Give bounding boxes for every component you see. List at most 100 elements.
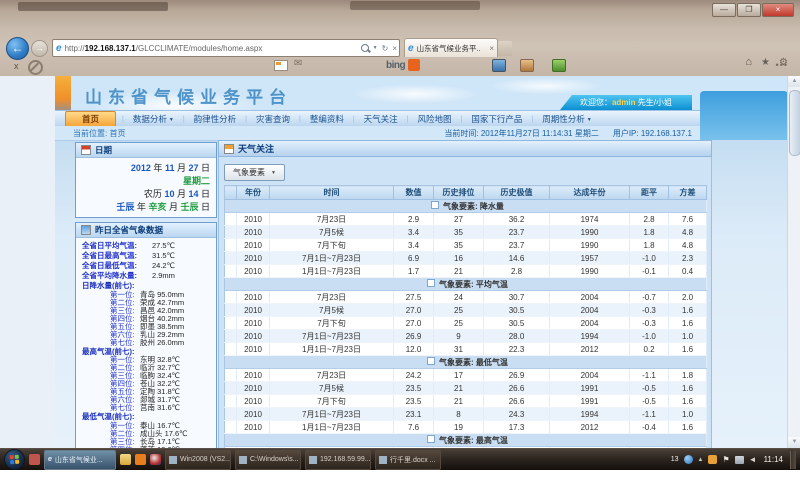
tray-app-icon-orange[interactable]	[708, 455, 717, 464]
table-row[interactable]: 20107月5候23.52126.61991-0.51.6	[225, 382, 707, 395]
toolbar-close-icon[interactable]: x	[14, 61, 19, 71]
camera-icon[interactable]	[492, 59, 506, 72]
people-icon[interactable]	[520, 59, 534, 72]
back-button[interactable]: ←	[6, 37, 29, 60]
start-button[interactable]	[4, 449, 25, 470]
table-row[interactable]: 20107月1日~7月23日23.1824.31994-1.11.0	[225, 408, 707, 421]
network-icon[interactable]	[735, 456, 744, 464]
table-row[interactable]: 20107月23日24.21726.92004-1.11.8	[225, 369, 707, 382]
expand-box-icon[interactable]	[427, 279, 435, 287]
expand-box-icon[interactable]	[427, 357, 435, 365]
action-center-flag-icon[interactable]: ⚑	[722, 455, 729, 464]
table-cell: 1990	[550, 265, 630, 278]
table-row[interactable]: 20107月5候3.43523.719901.84.8	[225, 226, 707, 239]
taskbar-window-button-2[interactable]: C:\Windows\s...	[235, 450, 301, 470]
table-row[interactable]: 20101月1日~7月23日1.7212.81990-0.10.4	[225, 265, 707, 278]
refresh-icon[interactable]: ↻	[382, 44, 389, 53]
vertical-scrollbar[interactable]: ▲ ▼	[787, 76, 800, 448]
column-header[interactable]: 历史极值	[484, 186, 550, 200]
table-cell: 2012	[550, 343, 630, 356]
scroll-up-icon[interactable]: ▲	[788, 76, 800, 87]
table-row[interactable]: 20107月5候27.02530.52004-0.31.6	[225, 304, 707, 317]
browser-tab[interactable]: e 山东省气候业务平... ×	[404, 38, 498, 57]
home-icon[interactable]: ⌂	[745, 56, 752, 68]
calendar-text: 14	[188, 189, 198, 199]
element-dropdown-button[interactable]: 气象要素 ▼	[224, 164, 285, 181]
column-header[interactable]: 时间	[270, 186, 394, 200]
table-cell: 1.6	[669, 382, 707, 395]
table-row[interactable]: 20107月下旬23.52126.61991-0.51.6	[225, 395, 707, 408]
nav-item-8[interactable]: 国家下行产品	[462, 113, 531, 125]
puzzle-addon-icon[interactable]	[552, 59, 566, 72]
column-header[interactable]: 数值	[394, 186, 434, 200]
table-row[interactable]: 20107月23日27.52430.72004-0.72.0	[225, 291, 707, 304]
blocked-icon[interactable]	[28, 60, 43, 75]
table-cell: 2010	[237, 343, 270, 356]
nav-item-4[interactable]: 灾害查询	[247, 113, 299, 125]
table-row[interactable]: 20107月下旬27.02530.52004-0.31.6	[225, 317, 707, 330]
nav-item-1[interactable]: 首页	[65, 111, 116, 127]
nav-item-2[interactable]: 数据分析▼	[124, 113, 183, 125]
table-row[interactable]: 20107月23日2.92736.219742.87.6	[225, 213, 707, 226]
show-hidden-icons-arrow[interactable]: ▲	[698, 457, 704, 463]
explorer-folder-icon[interactable]	[120, 454, 131, 465]
table-row[interactable]: 20107月1日~7月23日26.9928.01994-1.01.0	[225, 330, 707, 343]
scroll-down-icon[interactable]: ▼	[788, 437, 800, 448]
address-bar[interactable]: e http://192.168.137.1/GLCCLIMATE/module…	[52, 39, 400, 57]
volume-icon[interactable]: ◄	[749, 455, 757, 464]
table-row[interactable]: 20107月下旬3.43523.719901.84.8	[225, 239, 707, 252]
close-button[interactable]: ×	[762, 3, 794, 17]
table-group-row[interactable]: 气象要素: 最低气温	[225, 356, 707, 369]
taskbar-window-button-3[interactable]: 192.168.59.99...	[305, 450, 371, 470]
taskbar-ie-button[interactable]: e 山东省气候业...	[44, 450, 116, 470]
table-cell: -0.5	[630, 395, 669, 408]
scrollbar-thumb[interactable]	[789, 90, 800, 156]
nav-item-3[interactable]: 韵律性分析	[185, 113, 246, 125]
minimize-button[interactable]: —	[712, 3, 736, 17]
table-group-row[interactable]: 气象要素: 平均气温	[225, 278, 707, 291]
tray-app-icon-blue[interactable]	[684, 455, 693, 464]
nav-item-7[interactable]: 风险地图	[409, 113, 461, 125]
search-icon[interactable]	[361, 44, 369, 52]
mail-icon[interactable]: ✉	[294, 58, 302, 69]
taskbar-window-button-1[interactable]: Win2008 (VS2...	[165, 450, 231, 470]
pinned-app-icon-round[interactable]	[150, 454, 161, 465]
card-icon[interactable]	[274, 60, 288, 71]
table-row[interactable]: 20101月1日~7月23日7.61917.32012-0.41.6	[225, 421, 707, 434]
column-header[interactable]: 方差	[669, 186, 707, 200]
show-desktop-button[interactable]	[790, 451, 796, 469]
column-header[interactable]: 历史排位	[434, 186, 484, 200]
chevron-down-icon[interactable]: ▼	[373, 45, 378, 51]
nav-item-9[interactable]: 周期性分析▼	[533, 113, 600, 125]
table-group-row[interactable]: 气象要素: 降水量	[225, 200, 707, 213]
nav-item-6[interactable]: 天气关注	[355, 113, 407, 125]
column-header[interactable]: 达成年份	[550, 186, 630, 200]
expand-box-icon[interactable]	[427, 435, 435, 443]
forward-button[interactable]: →	[31, 40, 48, 57]
taskbar-window-button-4[interactable]: 行千里.docx ...	[375, 450, 441, 470]
stop-icon[interactable]: ×	[392, 44, 397, 53]
new-tab-button[interactable]	[498, 41, 512, 56]
weather-row-label: 全省日最高气温:	[82, 251, 152, 261]
chevron-down-icon: ▼	[271, 170, 276, 176]
pinned-app-icon[interactable]	[29, 454, 40, 465]
favorites-star-icon[interactable]: ★	[761, 57, 770, 68]
expand-box-icon[interactable]	[431, 201, 439, 209]
bing-toolbar[interactable]: bing	[386, 59, 420, 71]
document-icon	[224, 144, 234, 154]
overflow-dots-icon[interactable]: •••	[776, 60, 788, 70]
column-header[interactable]: 年份	[237, 186, 270, 200]
nav-item-5[interactable]: 整编资料	[301, 113, 353, 125]
column-header[interactable]: 距平	[630, 186, 669, 200]
bing-button-icon[interactable]	[408, 59, 420, 71]
table-group-row[interactable]: 气象要素: 最高气温	[225, 434, 707, 447]
taskbar-clock[interactable]: 11:14	[764, 455, 783, 464]
table-cell: 1.0	[669, 330, 707, 343]
pinned-app-icon-orange[interactable]	[135, 454, 146, 465]
maximize-button[interactable]: ❐	[737, 3, 761, 17]
group-cell: 气象要素: 平均气温	[225, 278, 707, 291]
table-cell: 16	[434, 252, 484, 265]
tab-close-icon[interactable]: ×	[489, 44, 494, 53]
table-row[interactable]: 20107月1日~7月23日6.91614.61957-1.02.3	[225, 252, 707, 265]
table-row[interactable]: 20101月1日~7月23日12.03122.320120.21.6	[225, 343, 707, 356]
